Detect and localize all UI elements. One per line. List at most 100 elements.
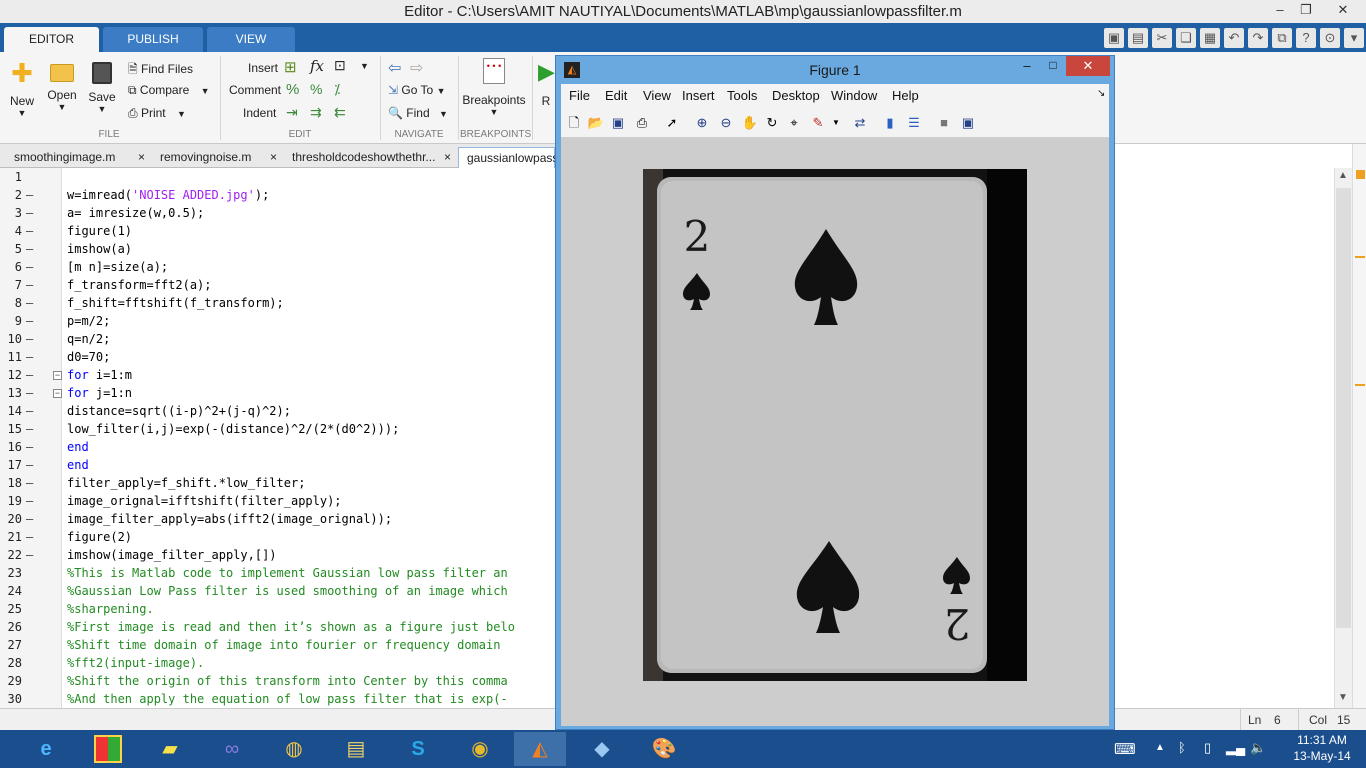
paste-icon[interactable]: ▦ bbox=[1200, 28, 1220, 48]
breakpoint-marker[interactable]: – bbox=[26, 188, 36, 202]
back-arrow-icon[interactable]: ⇦ bbox=[388, 58, 401, 78]
breakpoint-marker[interactable]: – bbox=[26, 278, 36, 292]
save-button[interactable]: Save ▼ bbox=[84, 58, 120, 114]
breakpoint-marker[interactable]: – bbox=[26, 314, 36, 328]
pan-hand-icon[interactable]: ✋ bbox=[741, 114, 759, 132]
breakpoint-marker[interactable]: – bbox=[26, 332, 36, 346]
menu-view[interactable]: View bbox=[643, 88, 671, 103]
chevron-down-icon[interactable]: ▼ bbox=[360, 61, 369, 71]
zoom-in-icon[interactable]: ⊕ bbox=[693, 114, 711, 132]
doc-tab-removingnoise[interactable]: removingnoise.m × bbox=[152, 147, 284, 168]
code-line[interactable]: %fft2(input-image). bbox=[67, 656, 204, 670]
close-icon[interactable]: × bbox=[270, 147, 277, 168]
network-signal-icon[interactable]: ▂▄ bbox=[1226, 740, 1245, 756]
code-line[interactable]: p=m/2; bbox=[67, 314, 110, 328]
figure-minimize-button[interactable]: – bbox=[1014, 58, 1040, 78]
menu-desktop[interactable]: Desktop bbox=[772, 88, 820, 103]
code-line[interactable]: d0=70; bbox=[67, 350, 110, 364]
increase-indent-icon[interactable]: ⇉ bbox=[310, 104, 322, 121]
doc-tab-gaussianlowpass[interactable]: gaussianlowpass bbox=[458, 147, 558, 168]
menu-tools[interactable]: Tools bbox=[727, 88, 757, 103]
close-icon[interactable]: × bbox=[138, 147, 145, 168]
cut-icon[interactable]: ✂ bbox=[1152, 28, 1172, 48]
dock-arrow-icon[interactable]: ↘ bbox=[1097, 88, 1105, 99]
run-button[interactable]: ▶ R bbox=[538, 58, 555, 108]
goto-button[interactable]: ⇲ Go To ▼ bbox=[388, 83, 445, 97]
doc-tab-thresholdcode[interactable]: thresholdcodeshowthethr... × bbox=[284, 147, 458, 168]
find-files-button[interactable]: 🗎 Find Files bbox=[128, 60, 193, 81]
new-button[interactable]: ✚ New ▼ bbox=[4, 58, 40, 118]
uncomment-icon[interactable]: % bbox=[310, 81, 322, 97]
breakpoint-marker[interactable]: – bbox=[26, 350, 36, 364]
menu-window[interactable]: Window bbox=[831, 88, 877, 103]
bluetooth-icon[interactable]: ᛒ bbox=[1178, 740, 1186, 755]
select-pointer-icon[interactable]: ➚ bbox=[663, 114, 681, 132]
indent-button[interactable]: Indent bbox=[243, 106, 276, 120]
quick-access-icon[interactable]: ▣ bbox=[1104, 28, 1124, 48]
open-file-icon[interactable]: 📂 bbox=[587, 114, 605, 132]
figure-window[interactable]: Figure 1 ◭ – □ ✕ File Edit View Insert T… bbox=[555, 55, 1115, 730]
figure-close-button[interactable]: ✕ bbox=[1066, 56, 1110, 76]
insert-button[interactable]: Insert bbox=[248, 61, 278, 75]
chevron-down-icon[interactable]: ▼ bbox=[827, 114, 845, 132]
breakpoint-marker[interactable]: – bbox=[26, 476, 36, 490]
code-line[interactable]: end bbox=[67, 458, 89, 472]
comment-button[interactable]: Comment bbox=[229, 83, 281, 97]
percent-icon[interactable]: % bbox=[286, 81, 299, 98]
forward-arrow-icon[interactable]: ⇨ bbox=[410, 58, 423, 78]
help-icon[interactable]: ? bbox=[1296, 28, 1316, 48]
breakpoint-marker[interactable]: – bbox=[26, 224, 36, 238]
figure-maximize-button[interactable]: □ bbox=[1040, 58, 1066, 78]
code-line[interactable]: end bbox=[67, 440, 89, 454]
redo-icon[interactable]: ↷ bbox=[1248, 28, 1268, 48]
breakpoint-marker[interactable]: – bbox=[26, 242, 36, 256]
maximize-button[interactable]: ❐ bbox=[1292, 0, 1320, 20]
wrap-comment-icon[interactable]: ⁒ bbox=[334, 81, 340, 98]
compare-button[interactable]: ⧉ Compare ▼ bbox=[128, 83, 210, 98]
infinity-app-icon[interactable]: ∞ bbox=[206, 732, 258, 766]
code-line[interactable]: f_transform=fft2(a); bbox=[67, 278, 212, 292]
breakpoint-marker[interactable]: – bbox=[26, 422, 36, 436]
code-editor[interactable]: 1 2–3–4–5–6–7–8–9–10–11–12–13–14–15–16–17… bbox=[0, 168, 555, 708]
tray-arrow-icon[interactable]: ▲ bbox=[1155, 742, 1165, 753]
close-icon[interactable]: × bbox=[444, 147, 451, 168]
scroll-up-icon[interactable]: ▲ bbox=[1338, 170, 1348, 181]
code-line[interactable]: filter_apply=f_shift.*low_filter; bbox=[67, 476, 305, 490]
menu-insert[interactable]: Insert bbox=[682, 88, 715, 103]
tab-publish[interactable]: PUBLISH bbox=[103, 27, 203, 52]
colorbar-icon[interactable]: ▮ bbox=[881, 114, 899, 132]
fx-icon[interactable]: fx bbox=[310, 57, 324, 75]
picasa-icon[interactable]: ◍ bbox=[268, 732, 320, 766]
paint-icon[interactable]: 🎨 bbox=[638, 732, 690, 766]
tab-editor[interactable]: EDITOR bbox=[4, 27, 99, 52]
print-button[interactable]: ⎙ Print ▼ bbox=[128, 106, 186, 121]
code-line[interactable]: figure(1) bbox=[67, 224, 132, 238]
fold-toggle-icon[interactable]: − bbox=[53, 389, 62, 398]
copy-icon[interactable]: ❏ bbox=[1176, 28, 1196, 48]
vertical-scrollbar[interactable]: ▲ ▼ bbox=[1334, 168, 1352, 708]
breakpoint-marker[interactable]: – bbox=[26, 530, 36, 544]
breakpoint-marker[interactable]: – bbox=[26, 296, 36, 310]
internet-explorer-icon[interactable]: e bbox=[20, 732, 72, 766]
code-line[interactable]: distance=sqrt((i-p)^2+(j-q)^2); bbox=[67, 404, 291, 418]
clock[interactable]: 11:31 AM 13-May-14 bbox=[1282, 733, 1362, 763]
minimize-button[interactable]: – bbox=[1266, 0, 1294, 20]
breakpoint-marker[interactable]: – bbox=[26, 368, 36, 382]
store-app-icon[interactable] bbox=[82, 732, 134, 766]
link-plot-icon[interactable]: ⇄ bbox=[851, 114, 869, 132]
keyboard-icon[interactable]: ⌨ bbox=[1114, 740, 1136, 758]
chrome-icon[interactable]: ◉ bbox=[454, 732, 506, 766]
scroll-thumb[interactable] bbox=[1336, 188, 1351, 628]
code-line[interactable]: %sharpening. bbox=[67, 602, 154, 616]
breakpoint-marker[interactable]: – bbox=[26, 548, 36, 562]
code-line[interactable]: for j=1:n bbox=[67, 386, 132, 400]
code-line[interactable]: %First image is read and then it’s shown… bbox=[67, 620, 515, 634]
menu-file[interactable]: File bbox=[569, 88, 590, 103]
fold-toggle-icon[interactable]: − bbox=[53, 371, 62, 380]
code-line[interactable]: image_filter_apply=abs(ifft2(image_orign… bbox=[67, 512, 392, 526]
warning-indicator[interactable] bbox=[1356, 170, 1365, 179]
show-plot-tools-icon[interactable]: ▣ bbox=[959, 114, 977, 132]
zoom-out-icon[interactable]: ⊖ bbox=[717, 114, 735, 132]
breakpoint-marker[interactable]: – bbox=[26, 494, 36, 508]
breakpoint-marker[interactable]: – bbox=[26, 260, 36, 274]
